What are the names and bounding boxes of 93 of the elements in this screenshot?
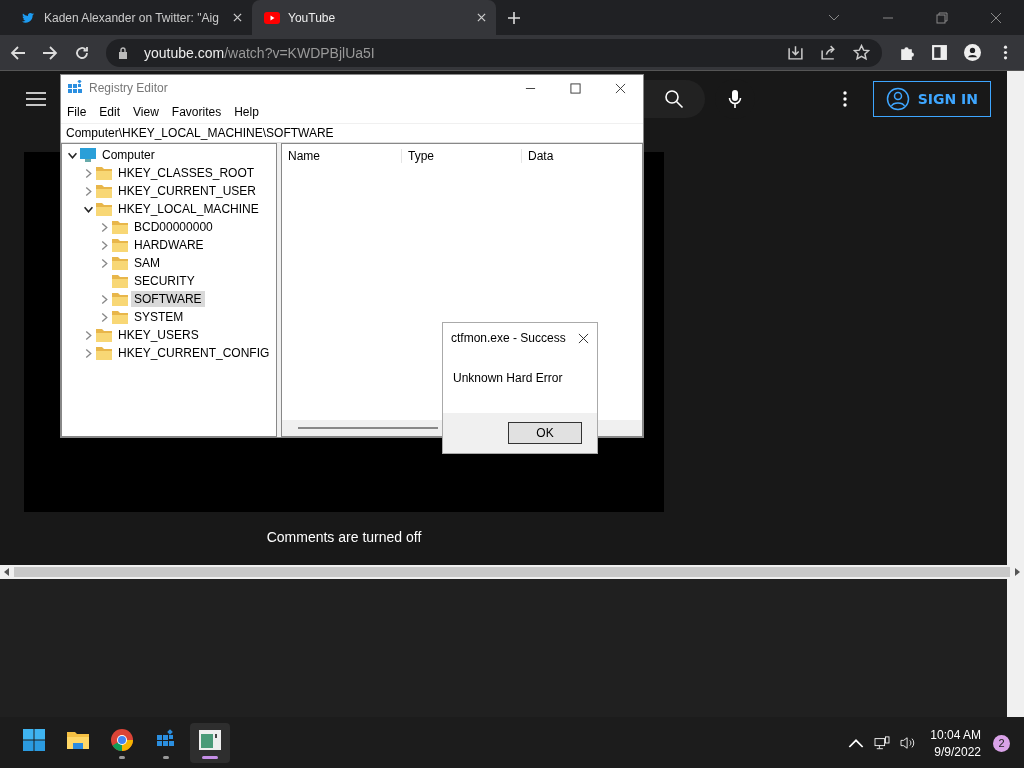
account-icon — [885, 87, 910, 111]
scrollbar[interactable] — [0, 565, 1024, 579]
scrollbar[interactable] — [1007, 579, 1024, 717]
microphone-icon — [727, 89, 742, 109]
computer-icon — [80, 148, 96, 162]
menu-item[interactable]: Favorites — [171, 105, 222, 119]
lock-icon — [118, 46, 128, 59]
chevron-right-icon[interactable] — [84, 348, 93, 358]
menu-icon[interactable] — [26, 91, 46, 107]
folder-icon — [112, 274, 128, 288]
tree-item[interactable]: SECURITY — [131, 273, 198, 289]
puzzle-icon[interactable] — [898, 44, 915, 61]
column-header[interactable]: Type — [402, 149, 522, 163]
chevron-down-icon[interactable] — [68, 150, 77, 160]
address-bar[interactable]: youtube.com/watch?v=KWDPBjlUa5I — [106, 38, 882, 67]
dialog-title: ctfmon.exe - Success — [451, 331, 566, 345]
clock[interactable]: 10:04 AM 9/9/2022 — [930, 727, 981, 759]
chevron-right-icon[interactable] — [100, 222, 109, 232]
tree-item[interactable]: SOFTWARE — [131, 291, 205, 307]
bird-icon — [20, 10, 36, 25]
search-button[interactable] — [642, 80, 705, 118]
chevron-right-icon[interactable] — [100, 294, 109, 304]
folder-icon — [96, 184, 112, 198]
tree-item[interactable]: SYSTEM — [131, 309, 187, 325]
forward-icon[interactable] — [42, 44, 58, 61]
restore-icon[interactable] — [936, 11, 948, 24]
folder-icon — [112, 238, 128, 252]
browser-tab[interactable]: YouTube — [252, 0, 496, 35]
folder-icon — [96, 346, 112, 360]
close-icon[interactable] — [578, 332, 589, 344]
scroll-left-icon[interactable] — [4, 568, 10, 576]
browser-tab[interactable]: Kaden Alexander on Twitter: "Aig — [8, 0, 252, 35]
column-header[interactable]: Data — [522, 149, 622, 163]
tree-item[interactable]: HKEY_CURRENT_USER — [115, 183, 260, 199]
chevron-down-icon[interactable] — [84, 204, 93, 214]
profile-icon[interactable] — [964, 44, 981, 61]
tree-item[interactable]: HKEY_CLASSES_ROOT — [115, 165, 258, 181]
window-icon — [198, 727, 222, 752]
folder-icon — [96, 166, 112, 180]
registry-icon — [67, 80, 83, 96]
chevron-right-icon[interactable] — [100, 312, 109, 322]
menu-item[interactable]: Help — [234, 105, 259, 119]
close-icon[interactable] — [615, 82, 626, 94]
column-header[interactable]: Name — [282, 149, 402, 163]
taskbar-app[interactable] — [190, 723, 230, 763]
tree-item[interactable]: BCD00000000 — [131, 219, 216, 235]
folder-icon — [112, 292, 128, 306]
browser-icon — [110, 727, 134, 752]
folder-icon — [112, 220, 128, 234]
menu-item[interactable]: Edit — [99, 105, 121, 119]
address-field[interactable]: Computer\HKEY_LOCAL_MACHINE\SOFTWARE — [61, 123, 643, 143]
tree-item[interactable]: HKEY_USERS — [115, 327, 202, 343]
tree-item[interactable]: SAM — [131, 255, 163, 271]
scrollbar[interactable] — [1007, 71, 1024, 565]
url-text: youtube.com/watch?v=KWDPBjlUa5I — [144, 44, 375, 61]
menu-item[interactable]: View — [133, 105, 159, 119]
tree-item[interactable]: Computer — [99, 147, 158, 163]
windows-logo-icon — [22, 727, 46, 752]
side-panel-icon[interactable] — [931, 44, 948, 61]
window-title: Registry Editor — [89, 81, 168, 95]
new-tab-icon[interactable] — [508, 11, 520, 24]
dialog-message: Unknown Hard Error — [452, 370, 564, 387]
share-icon[interactable] — [820, 44, 837, 61]
volume-icon[interactable] — [900, 736, 917, 750]
maximize-icon[interactable] — [570, 82, 581, 94]
chevron-right-icon[interactable] — [84, 330, 93, 340]
tree-item[interactable]: HKEY_LOCAL_MACHINE — [115, 201, 262, 217]
clock-date: 9/9/2022 — [934, 744, 981, 759]
install-icon[interactable] — [787, 44, 804, 61]
play-logo-icon — [264, 10, 280, 25]
folder-icon — [112, 310, 128, 324]
star-icon[interactable] — [853, 44, 870, 61]
notification-badge[interactable]: 2 — [993, 734, 1010, 752]
chevron-right-icon[interactable] — [100, 258, 109, 268]
folder-icon — [96, 328, 112, 342]
search-icon — [663, 89, 684, 109]
clock-time: 10:04 AM — [930, 727, 981, 742]
tree-item[interactable]: HKEY_CURRENT_CONFIG — [115, 345, 273, 361]
folder-icon — [96, 202, 112, 216]
folder-icon — [112, 256, 128, 270]
comments-notice: Comments are turned off — [265, 529, 423, 545]
tree-item[interactable]: HARDWARE — [131, 237, 207, 253]
back-icon[interactable] — [10, 44, 26, 61]
network-icon[interactable] — [874, 736, 891, 750]
chevron-right-icon[interactable] — [84, 186, 93, 196]
sign-in-button[interactable]: SIGN IN — [872, 81, 991, 117]
more-icon[interactable] — [842, 91, 847, 107]
menu-item[interactable]: File — [67, 105, 87, 119]
ok-button[interactable]: OK — [508, 422, 582, 444]
scroll-right-icon[interactable] — [1014, 568, 1020, 576]
chevron-right-icon[interactable] — [84, 168, 93, 178]
reload-icon[interactable] — [74, 44, 90, 61]
chevron-right-icon[interactable] — [100, 240, 109, 250]
